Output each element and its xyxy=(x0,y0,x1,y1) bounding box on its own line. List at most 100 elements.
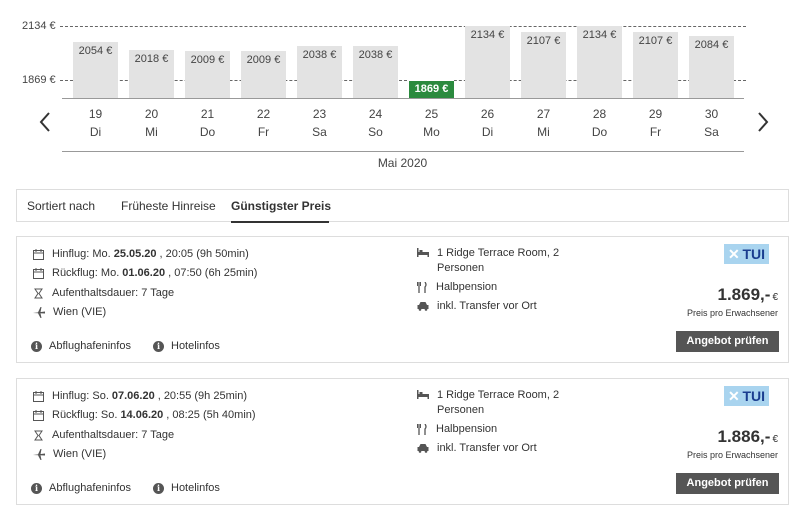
day-label-19[interactable]: 19 Di xyxy=(68,105,124,141)
price-currency: € xyxy=(772,434,778,445)
inbound-label: Rückflug: xyxy=(52,267,98,279)
day-label-27[interactable]: 27 Mi xyxy=(516,105,572,141)
day-label-21[interactable]: 21 Do xyxy=(180,105,236,141)
room-line-1: 1 Ridge Terrace Room, 2 xyxy=(437,389,560,401)
day-label-22[interactable]: 22 Fr xyxy=(236,105,292,141)
inbound-time: , 07:50 (6h 25min) xyxy=(168,267,258,279)
info-icon: i xyxy=(31,482,42,494)
chart-baseline xyxy=(62,98,744,99)
plane-icon xyxy=(33,306,45,318)
info-icon: i xyxy=(153,482,164,494)
offer-card: Hinflug: So. 07.06.20, 20:55 (9h 25min) R… xyxy=(16,378,789,505)
stay-duration: Aufenthaltsdauer: 7 Tage xyxy=(33,427,174,443)
price-bar-label: 2038 € xyxy=(302,49,337,61)
operator-name: TUI xyxy=(742,246,765,262)
inbound-label: Rückflug: xyxy=(52,409,98,421)
board-info: Halbpension xyxy=(417,422,497,437)
price: 1.869,- € xyxy=(718,285,779,305)
inbound-time: , 08:25 (5h 40min) xyxy=(166,409,256,421)
prev-arrow-icon[interactable] xyxy=(36,108,56,136)
departure-airport: Wien (VIE) xyxy=(33,304,106,320)
stay-text: Aufenthaltsdauer: 7 Tage xyxy=(52,429,175,441)
day-label-30[interactable]: 30 Sa xyxy=(684,105,740,141)
info-icon: i xyxy=(153,340,164,352)
room-line-2: Personen xyxy=(437,404,485,416)
cutlery-icon xyxy=(417,282,427,293)
price-bar-19[interactable]: 2054 € xyxy=(73,42,118,98)
board-info: Halbpension xyxy=(417,280,497,295)
inbound-date: 01.06.20 xyxy=(122,267,166,279)
calendar-icon xyxy=(33,267,44,279)
board-text: Halbpension xyxy=(436,423,498,435)
price-bar-25[interactable]: 1869 € xyxy=(409,80,454,98)
ref-line-max xyxy=(60,26,746,27)
calendar-icon xyxy=(33,390,44,402)
price-bar-30[interactable]: 2084 € xyxy=(689,36,734,98)
outbound-day: So. xyxy=(92,390,109,402)
price-bar-label: 2134 € xyxy=(470,29,505,41)
outbound-date: 07.06.20 xyxy=(111,390,155,402)
hotel-info-link[interactable]: i Hotelinfos xyxy=(153,340,220,352)
price-bar-24[interactable]: 2038 € xyxy=(353,46,398,98)
room-info: 1 Ridge Terrace Room, 2 Personen xyxy=(417,246,559,276)
inbound-day: Mo. xyxy=(100,267,120,279)
price-calendar: 2134 € 1869 € 2054 € 2018 € 2009 € 2009 € 20… xyxy=(0,0,805,180)
price-bar-27[interactable]: 2107 € xyxy=(521,32,566,98)
price-bar-label: 1869 € xyxy=(409,81,454,98)
price-value: 1.869,- xyxy=(717,285,771,304)
price-note: Preis pro Erwachsener xyxy=(686,308,778,318)
price-bar-21[interactable]: 2009 € xyxy=(185,51,230,98)
airport-info-label: Abflughafeninfos xyxy=(49,482,131,494)
stay-text: Aufenthaltsdauer: 7 Tage xyxy=(52,287,175,299)
airport-info-link[interactable]: i Abflughafeninfos xyxy=(31,482,131,494)
price-bar-26[interactable]: 2134 € xyxy=(465,26,510,98)
next-arrow-icon[interactable] xyxy=(752,108,772,136)
price-bar-label: 2084 € xyxy=(694,39,729,51)
price-bar-label: 2018 € xyxy=(134,53,169,65)
info-icon: i xyxy=(31,340,42,352)
day-label-25[interactable]: 25 Mo xyxy=(404,105,460,141)
day-label-28[interactable]: 28 Do xyxy=(572,105,628,141)
day-label-23[interactable]: 23 Sa xyxy=(292,105,348,141)
day-label-29[interactable]: 29 Fr xyxy=(628,105,684,141)
outbound-flight: Hinflug: Mo. 25.05.20, 20:05 (9h 50min) xyxy=(33,246,249,262)
price-bar-label: 2009 € xyxy=(246,54,281,66)
plane-icon xyxy=(33,448,45,460)
sort-option-cheapest[interactable]: Günstigster Preis xyxy=(231,199,331,213)
price-bar-20[interactable]: 2018 € xyxy=(129,50,174,98)
price-bar-label: 2009 € xyxy=(190,54,225,66)
price-bar-22[interactable]: 2009 € xyxy=(241,51,286,98)
sort-active-underline xyxy=(231,221,329,223)
outbound-label: Hinflug: xyxy=(52,248,90,260)
hotel-info-label: Hotelinfos xyxy=(171,482,220,494)
price-bar-29[interactable]: 2107 € xyxy=(633,32,678,98)
transfer-text: inkl. Transfer vor Ort xyxy=(437,442,537,454)
inbound-day: So. xyxy=(100,409,118,421)
day-label-24[interactable]: 24 So xyxy=(348,105,404,141)
price: 1.886,- € xyxy=(718,427,779,447)
outbound-label: Hinflug: xyxy=(52,390,90,402)
sort-option-earliest[interactable]: Früheste Hinreise xyxy=(121,199,216,213)
transfer-info: inkl. Transfer vor Ort xyxy=(417,441,537,456)
day-label-20[interactable]: 20 Mi xyxy=(124,105,180,141)
airport-info-link[interactable]: i Abflughafeninfos xyxy=(31,340,131,352)
transfer-info: inkl. Transfer vor Ort xyxy=(417,299,537,314)
check-offer-button[interactable]: Angebot prüfen xyxy=(676,473,779,494)
airport-info-label: Abflughafeninfos xyxy=(49,340,131,352)
ref-label-min: 1869 € xyxy=(22,74,56,86)
month-label: Mai 2020 xyxy=(377,156,428,170)
inbound-flight: Rückflug: Mo. 01.06.20, 07:50 (6h 25min) xyxy=(33,265,257,281)
inbound-flight: Rückflug: So. 14.06.20, 08:25 (5h 40min) xyxy=(33,407,256,423)
hotel-info-label: Hotelinfos xyxy=(171,340,220,352)
outbound-flight: Hinflug: So. 07.06.20, 20:55 (9h 25min) xyxy=(33,388,247,404)
price-bar-28[interactable]: 2134 € xyxy=(577,26,622,98)
price-bar-label: 2134 € xyxy=(582,29,617,41)
check-offer-button[interactable]: Angebot prüfen xyxy=(676,331,779,352)
day-label-26[interactable]: 26 Di xyxy=(460,105,516,141)
sort-bar: Sortiert nach Früheste Hinreise Günstigs… xyxy=(16,189,789,223)
price-bar-23[interactable]: 2038 € xyxy=(297,46,342,98)
hotel-info-link[interactable]: i Hotelinfos xyxy=(153,482,220,494)
price-currency: € xyxy=(772,292,778,303)
stay-duration: Aufenthaltsdauer: 7 Tage xyxy=(33,285,174,301)
airport-text: Wien (VIE) xyxy=(53,448,107,460)
